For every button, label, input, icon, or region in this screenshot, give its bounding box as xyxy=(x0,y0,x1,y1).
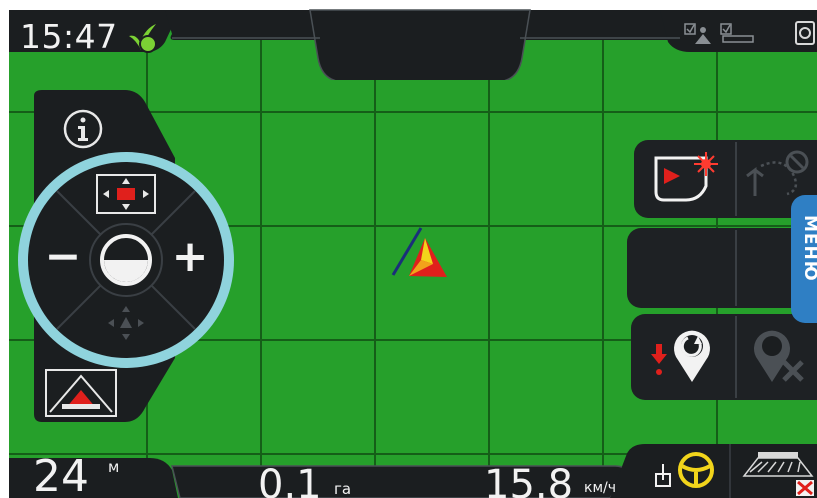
speed-unit: км/ч xyxy=(584,480,617,496)
camera-icon[interactable] xyxy=(792,18,817,48)
guidance-screen: 15:47 − + МЕНЮ 24 м 0.1 га 15.8 км/ч xyxy=(0,0,817,498)
speed-value: 15.8 xyxy=(484,462,574,498)
delete-point-button[interactable] xyxy=(744,322,814,388)
zoom-in-button[interactable]: + xyxy=(170,232,210,282)
working-width-value: 24 xyxy=(33,451,89,498)
divider xyxy=(735,142,737,216)
implement-status-icon[interactable] xyxy=(683,22,763,48)
working-width-unit: м xyxy=(108,458,120,476)
right-panel-middle xyxy=(627,228,817,308)
grid-line xyxy=(374,10,376,498)
info-button[interactable] xyxy=(57,107,109,151)
pan-view-button[interactable] xyxy=(95,173,157,215)
gps-signal-icon[interactable] xyxy=(126,22,160,54)
vehicle-position-icon xyxy=(391,227,447,277)
divider xyxy=(735,230,737,306)
record-boundary-button[interactable] xyxy=(650,148,725,208)
area-value: 0.1 xyxy=(258,462,322,498)
perspective-view-button[interactable] xyxy=(44,368,118,418)
section-control-icon[interactable] xyxy=(738,444,817,498)
grid-line xyxy=(488,10,490,498)
clock-time: 15:47 xyxy=(20,17,118,56)
autosteer-icon[interactable] xyxy=(652,448,724,494)
grid-line xyxy=(260,10,262,498)
area-unit: га xyxy=(334,480,352,498)
zoom-out-button[interactable]: − xyxy=(43,232,83,282)
view-mode-button[interactable] xyxy=(97,231,155,289)
set-point-button[interactable] xyxy=(648,322,720,388)
menu-label[interactable]: МЕНЮ xyxy=(800,215,817,305)
grid-line xyxy=(602,10,604,498)
recenter-button[interactable] xyxy=(104,302,148,344)
divider xyxy=(735,316,737,398)
